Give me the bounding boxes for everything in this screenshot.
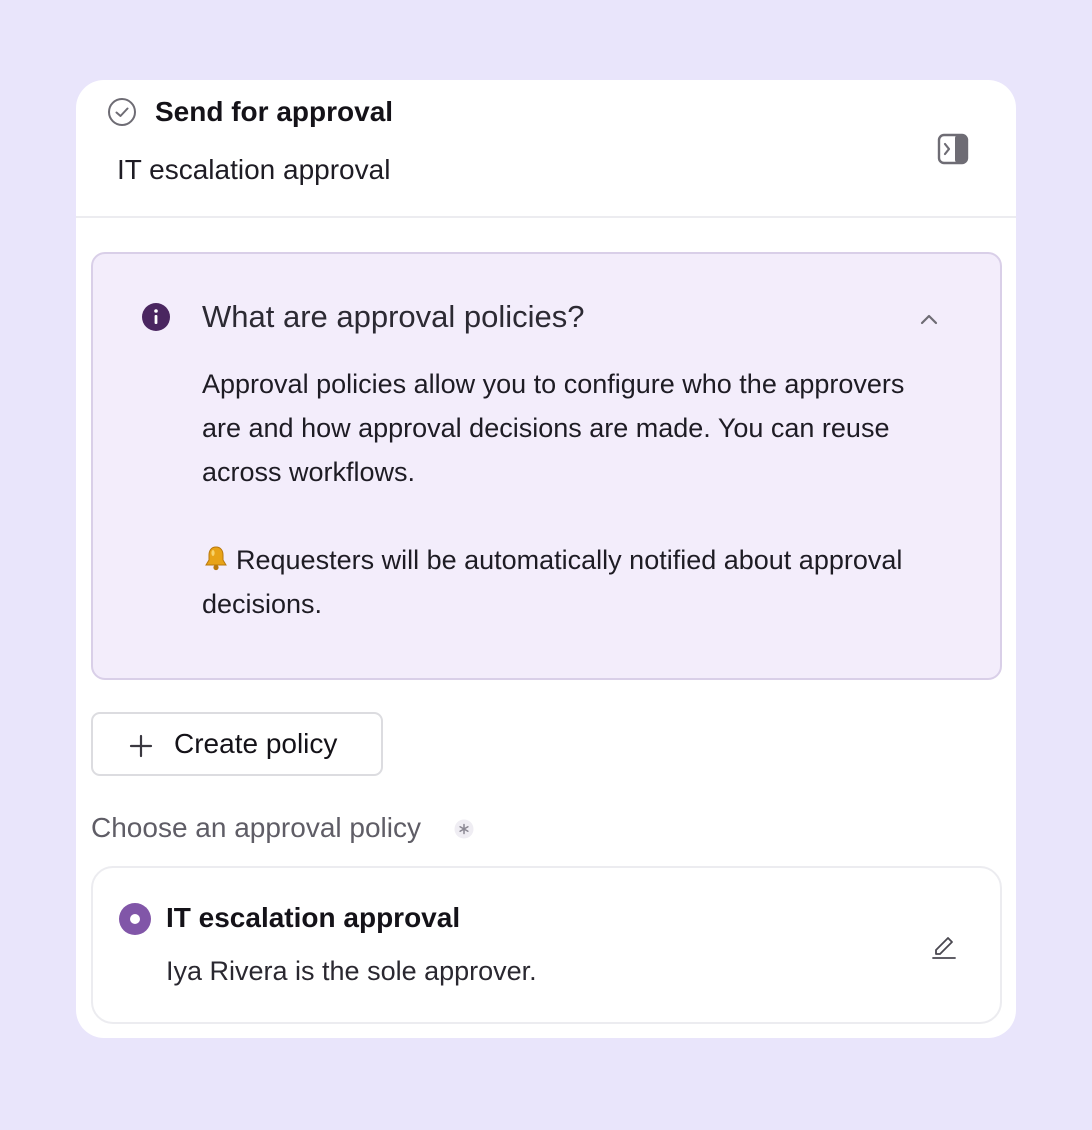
approval-step-panel: Send for approval IT escalation approval… [76,80,1016,1038]
policy-option-it-escalation[interactable]: IT escalation approval Iya Rivera is the… [91,866,1002,1024]
info-icon [142,303,170,331]
panel-toggle-icon [937,133,969,165]
bell-icon [205,546,227,571]
step-header: Send for approval IT escalation approval [76,80,1016,218]
create-policy-label: Create policy [174,728,338,759]
policy-name: IT escalation approval [166,902,461,933]
info-paragraph-1: Approval policies allow you to configure… [202,369,905,487]
info-body: Approval policies allow you to configure… [202,362,942,626]
info-paragraph-2: Requesters will be automatically notifie… [202,538,942,626]
policy-radio-selected[interactable] [119,903,151,935]
chevron-up-icon [920,314,938,325]
policy-description: Iya Rivera is the sole approver. [166,956,537,986]
step-subtitle: IT escalation approval [117,154,391,185]
pencil-icon [932,937,956,959]
approval-policies-info-callout: What are approval policies? Approval pol… [91,252,1002,680]
edit-policy-button[interactable] [929,930,959,960]
create-policy-button[interactable]: Create policy [91,712,383,776]
check-circle-icon [108,98,136,126]
info-title: What are approval policies? [202,299,585,334]
collapse-info-button[interactable] [913,304,945,336]
step-title: Send for approval [155,96,394,127]
policy-selector-label: Choose an approval policy [91,812,421,843]
plus-icon [129,734,153,758]
info-paragraph-2-text: Requesters will be automatically notifie… [202,545,903,619]
required-asterisk-icon [454,819,474,839]
panel-toggle-button[interactable] [936,132,970,166]
